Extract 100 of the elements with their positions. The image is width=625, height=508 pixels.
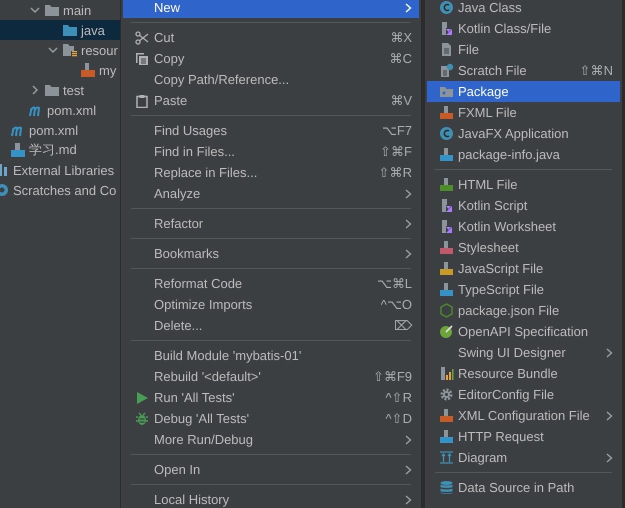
tree-row[interactable]: resour (0, 40, 120, 60)
menu-item[interactable]: Copy Path/Reference... (123, 69, 419, 90)
menu-item[interactable]: HTML File (427, 174, 620, 195)
chevron-icon[interactable] (48, 45, 58, 55)
ts-file-icon (438, 282, 454, 297)
diagram-icon (438, 450, 454, 465)
menu-item[interactable]: Delete... ⌦ (123, 315, 419, 336)
class-icon (438, 0, 454, 15)
menu-item[interactable]: Open In (123, 459, 419, 480)
chevron-icon[interactable] (30, 85, 40, 95)
java-file-icon (438, 147, 454, 162)
tree-item-label: my (99, 62, 116, 78)
xml-file-icon (438, 408, 454, 423)
shortcut-label: ^⌥O (380, 297, 412, 312)
tree-row[interactable]: pom.xml (0, 100, 120, 120)
shortcut-label: ⇧⌘F9 (372, 369, 412, 384)
tree-row[interactable]: Scratches and Co (0, 180, 120, 200)
menu-item[interactable]: New (123, 0, 419, 18)
menu-item[interactable]: Kotlin Class/File (427, 18, 620, 39)
menu-item[interactable]: Copy ⌘C (123, 48, 419, 69)
menu-item[interactable]: Kotlin Worksheet (427, 216, 620, 237)
folder-icon (44, 3, 60, 17)
chevron-icon[interactable] (30, 5, 40, 15)
scratch-file-icon (438, 63, 454, 78)
menu-item[interactable]: Swing UI Designer (427, 342, 620, 363)
tree-item-label: pom.xml (47, 102, 96, 118)
menu-item[interactable]: OpenAPI Specification (427, 321, 620, 342)
hexagon-icon (438, 303, 454, 318)
menu-item[interactable]: Kotlin Script (427, 195, 620, 216)
menu-item[interactable]: Debug 'All Tests' ^⇧D (123, 408, 419, 429)
bug-icon (135, 412, 149, 426)
menu-item[interactable]: FXML File (427, 102, 620, 123)
menu-item[interactable]: XML Configuration File (427, 405, 620, 426)
menu-item[interactable]: Data Source in Path (427, 477, 620, 498)
database-icon (438, 480, 454, 495)
shortcut-label: ^⇧D (386, 411, 412, 426)
menu-item[interactable]: Find in Files... ⇧⌘F (123, 141, 419, 162)
shortcut-label: ⌘C (390, 51, 412, 66)
menu-item[interactable]: Paste ⌘V (123, 90, 419, 111)
menu-item[interactable]: Rebuild '<default>' ⇧⌘F9 (123, 366, 419, 387)
menu-item[interactable]: Java Class (427, 0, 620, 18)
api-file-icon (438, 429, 454, 444)
markdown-file-icon (10, 143, 26, 157)
tree-row[interactable]: 学习.md (0, 140, 120, 160)
tree-row[interactable]: pom.xml (0, 120, 120, 140)
menu-item[interactable]: Diagram (427, 447, 620, 468)
menu-item[interactable]: EditorConfig File (427, 384, 620, 405)
menu-item[interactable]: Analyze (123, 183, 419, 204)
menu-item[interactable]: Build Module 'mybatis-01' (123, 345, 419, 366)
js-file-icon (438, 261, 454, 276)
tree-row[interactable]: main (0, 0, 120, 20)
menu-item[interactable]: More Run/Debug (123, 429, 419, 450)
clipboard-icon (135, 94, 149, 108)
css-file-icon (438, 240, 454, 255)
menu-item[interactable]: Run 'All Tests' ^⇧R (123, 387, 419, 408)
menu-item[interactable]: Replace in Files... ⇧⌘R (123, 162, 419, 183)
xml-file-icon (80, 63, 96, 77)
menu-item[interactable]: Resource Bundle (427, 363, 620, 384)
tree-item-label: java (81, 22, 105, 38)
menu-item[interactable]: Scratch File ⇧⌘N (427, 60, 620, 81)
menu-item[interactable]: Local History (123, 489, 419, 508)
menu-item[interactable]: Refactor (123, 213, 419, 234)
shortcut-label: ⌘V (390, 93, 412, 108)
bar-chart-icon (438, 366, 454, 381)
tree-item-label: resour (81, 42, 118, 58)
scissors-icon (135, 30, 149, 44)
menu-item[interactable]: TypeScript File (427, 279, 620, 300)
shortcut-label: ⇧⌘N (580, 63, 613, 78)
shortcut-label: ^⇧R (386, 390, 412, 405)
menu-item[interactable]: JavaFX Application (427, 123, 620, 144)
shortcut-label: ⇧⌘R (378, 165, 412, 180)
menu-item[interactable]: package.json File (427, 300, 620, 321)
folder-icon (44, 83, 60, 97)
openapi-icon (438, 324, 454, 339)
html-file-icon (438, 177, 454, 192)
tree-row[interactable]: my (0, 60, 120, 80)
tree-item-label: External Libraries (13, 162, 114, 178)
menu-item[interactable]: HTTP Request (427, 426, 620, 447)
fxml-file-icon (438, 105, 454, 120)
menu-item[interactable]: Stylesheet (427, 237, 620, 258)
menu-item[interactable]: Package (427, 81, 620, 102)
tree-row[interactable]: test (0, 80, 120, 100)
menu-item[interactable]: Reformat Code ⌥⌘L (123, 273, 419, 294)
menu-item[interactable]: Optimize Imports ^⌥O (123, 294, 419, 315)
menu-item[interactable]: JavaScript File (427, 258, 620, 279)
menu-item[interactable]: File (427, 39, 620, 60)
menu-item[interactable]: Bookmarks (123, 243, 419, 264)
tree-item-label: Scratches and Co (13, 182, 116, 198)
tree-row[interactable]: External Libraries (0, 160, 120, 180)
tree-item-label: main (63, 2, 92, 18)
menu-item[interactable]: package-info.java (427, 144, 620, 165)
class-icon (438, 126, 454, 141)
tree-item-label: 学习.md (29, 141, 77, 159)
menu-item[interactable]: Cut ⌘X (123, 27, 419, 48)
tree-item-label: pom.xml (29, 122, 78, 138)
tree-row[interactable]: java (0, 20, 120, 40)
shortcut-label: ⌦ (394, 318, 412, 333)
folder-icon (62, 23, 78, 37)
tree-item-label: test (63, 82, 84, 98)
menu-item[interactable]: Find Usages ⌥F7 (123, 120, 419, 141)
